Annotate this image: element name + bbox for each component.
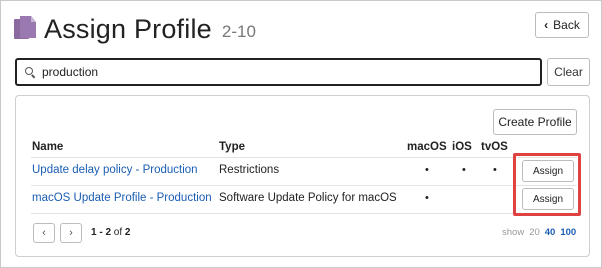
page-header: Assign Profile 2-10 [14,12,256,46]
page-size-option-100[interactable]: 100 [560,227,576,238]
results-panel: Create Profile Name Type macOS iOS tvOS … [15,95,590,257]
page-title: Assign Profile [44,13,212,44]
tvos-support-dot: • [493,164,497,176]
macos-support-dot: • [425,164,429,176]
profile-name-link[interactable]: macOS Update Profile - Production [32,192,212,204]
search-field[interactable] [15,58,542,86]
documents-icon [14,16,36,42]
column-header-name: Name [32,141,64,153]
row-divider [31,213,577,214]
profile-type: Restrictions [219,164,280,176]
profile-name-link[interactable]: Update delay policy - Production [32,164,198,176]
column-header-type: Type [219,141,245,153]
clear-button[interactable]: Clear [547,58,590,86]
search-input[interactable] [42,65,522,79]
row-divider [31,185,577,186]
back-button[interactable]: ‹ Back [535,12,589,38]
pagination-range: 1 - 2 [91,227,112,238]
chevron-right-icon: › [69,227,73,239]
chevron-left-icon: ‹ [42,227,46,239]
column-header-macos: macOS [407,141,447,153]
column-header-tvos: tvOS [481,141,508,153]
pagination-of: of [113,227,123,238]
header-divider [31,157,577,158]
profile-type: Software Update Policy for macOS [219,192,397,204]
page-size-selector: show 20 40 100 [502,227,576,238]
assign-button[interactable]: Assign [522,160,574,182]
page-size-option-40[interactable]: 40 [545,227,556,238]
chevron-left-icon: ‹ [544,18,549,32]
page-size-label: show [502,227,525,238]
search-icon [25,66,36,78]
create-profile-button[interactable]: Create Profile [493,109,577,135]
page-subtitle-count: 2-10 [221,22,256,41]
macos-support-dot: • [425,192,429,204]
assign-button[interactable]: Assign [522,188,574,210]
column-header-ios: iOS [452,141,472,153]
back-button-label: Back [553,18,580,32]
previous-page-button[interactable]: ‹ [33,223,55,243]
pagination-info: 1 - 2 of 2 [91,227,130,238]
ios-support-dot: • [462,164,466,176]
next-page-button[interactable]: › [60,223,82,243]
page-size-option-20[interactable]: 20 [529,227,540,238]
pagination-total: 2 [124,227,131,238]
